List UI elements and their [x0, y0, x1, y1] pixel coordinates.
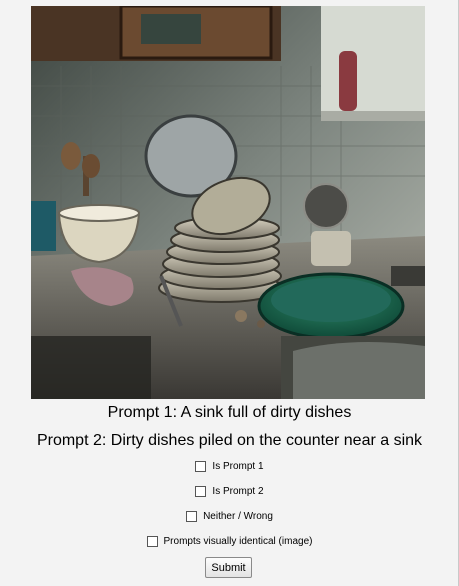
option-visually-identical[interactable]: Prompts visually identical (image)	[0, 536, 459, 547]
submit-button[interactable]: Submit	[205, 557, 252, 578]
option-neither-wrong[interactable]: Neither / Wrong	[0, 511, 459, 522]
option-label: Is Prompt 1	[212, 461, 264, 472]
annotation-window: Prompt 1: A sink full of dirty dishes Pr…	[0, 0, 459, 586]
option-label: Neither / Wrong	[203, 511, 273, 522]
checkbox-is-prompt-2[interactable]	[195, 486, 207, 497]
checkbox-neither-wrong[interactable]	[186, 511, 198, 522]
option-is-prompt-2[interactable]: Is Prompt 2	[0, 486, 459, 497]
option-label: Is Prompt 2	[212, 486, 264, 497]
option-label: Prompts visually identical (image)	[163, 536, 313, 547]
checkbox-is-prompt-1[interactable]	[195, 461, 207, 472]
prompt-1-text: Prompt 1: A sink full of dirty dishes	[107, 404, 352, 421]
option-is-prompt-1[interactable]: Is Prompt 1	[0, 461, 459, 472]
checkbox-visually-identical[interactable]	[146, 536, 158, 547]
generated-image	[31, 6, 425, 399]
photo-dirty-dishes-icon	[31, 6, 425, 399]
prompt-2-text: Prompt 2: Dirty dishes piled on the coun…	[36, 432, 423, 449]
